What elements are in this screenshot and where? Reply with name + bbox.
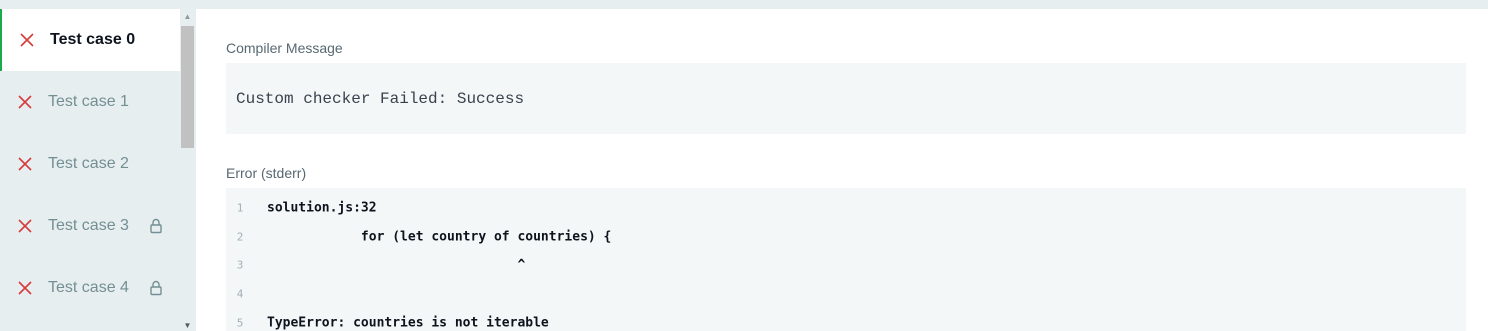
compiler-message-box: Custom checker Failed: Success [226, 63, 1466, 134]
tab-label: Test case 2 [48, 155, 129, 172]
top-strip [0, 0, 1488, 9]
tab-test-case-3[interactable]: Test case 3 [0, 195, 180, 257]
lock-icon [150, 280, 162, 296]
close-x-icon [20, 33, 34, 47]
tab-test-case-2[interactable]: Test case 2 [0, 133, 180, 195]
scroll-thumb[interactable] [181, 26, 194, 148]
line-text: TypeError: countries is not iterable [267, 315, 549, 330]
test-case-output: Compiler Message Custom checker Failed: … [196, 9, 1488, 331]
code-line: 4 [226, 279, 1466, 308]
test-case-list: Test case 0 Test case 1 Test case 2 Test… [0, 9, 180, 319]
close-x-icon [18, 95, 32, 109]
line-number: 5 [236, 316, 244, 329]
code-line: 5 TypeError: countries is not iterable [226, 308, 1466, 331]
tab-label: Test case 3 [48, 217, 129, 234]
line-text: ^ [267, 257, 526, 272]
line-number: 1 [236, 201, 244, 214]
tab-label: Test case 1 [48, 93, 129, 110]
tab-test-case-0[interactable]: Test case 0 [0, 9, 180, 71]
close-x-icon [18, 281, 32, 295]
stderr-box: 1 solution.js:32 2 for (let country of c… [226, 188, 1466, 331]
tab-label: Test case 0 [50, 31, 136, 48]
scroll-up-arrow-icon[interactable]: ▲ [180, 11, 195, 23]
line-number: 2 [236, 230, 244, 243]
tab-label: Test case 4 [48, 279, 129, 296]
compiler-message-label: Compiler Message [226, 40, 343, 56]
sidebar-scrollbar[interactable]: ▲ ▼ [180, 9, 195, 331]
test-case-sidebar: Test case 0 Test case 1 Test case 2 Test… [0, 9, 196, 331]
code-line: 3 ^ [226, 250, 1466, 279]
test-results-panel: Test case 0 Test case 1 Test case 2 Test… [0, 0, 1488, 331]
scroll-down-arrow-icon[interactable]: ▼ [180, 321, 195, 331]
line-text: solution.js:32 [267, 200, 377, 215]
compiler-message-text: Custom checker Failed: Success [236, 89, 525, 108]
lock-icon [150, 218, 162, 234]
stderr-label: Error (stderr) [226, 165, 307, 181]
code-line: 1 solution.js:32 [226, 193, 1466, 222]
close-x-icon [18, 157, 32, 171]
line-number: 3 [236, 258, 244, 271]
line-number: 4 [236, 287, 244, 300]
tab-test-case-1[interactable]: Test case 1 [0, 71, 180, 133]
tab-test-case-4[interactable]: Test case 4 [0, 257, 180, 319]
close-x-icon [18, 219, 32, 233]
code-line: 2 for (let country of countries) { [226, 222, 1466, 251]
line-text: for (let country of countries) { [267, 229, 612, 244]
